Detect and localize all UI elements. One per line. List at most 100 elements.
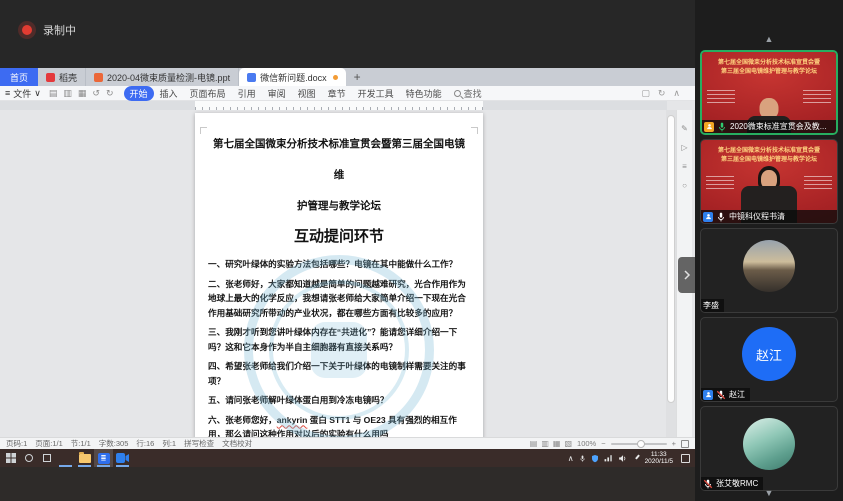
print-icon[interactable]: ▥ bbox=[63, 88, 72, 99]
scroll-down-button[interactable]: ▼ bbox=[695, 488, 843, 498]
ribbon-tab-references[interactable]: 引用 bbox=[232, 86, 262, 101]
wps-office-icon: ≣ bbox=[98, 453, 110, 464]
taskbar-app-wps-office[interactable]: ≣ bbox=[94, 449, 113, 467]
tray-volume-icon[interactable] bbox=[618, 454, 627, 463]
tab-ppt-document[interactable]: 2020-04微束质量检测-电镜.ppt bbox=[86, 68, 239, 86]
banner-small-text-left bbox=[707, 90, 735, 106]
taskbar-app-meeting[interactable] bbox=[113, 449, 132, 467]
tab-docer-label: 稻壳 bbox=[59, 71, 77, 84]
ribbon-tab-special-features[interactable]: 特色功能 bbox=[400, 86, 448, 101]
proofread-button[interactable]: 文档校对 bbox=[222, 438, 252, 449]
tray-network-icon[interactable] bbox=[604, 454, 613, 462]
windows-logo-icon bbox=[6, 453, 16, 463]
banner-title-line1: 第七届全国微束分析技术标准宣贯会暨 bbox=[705, 147, 833, 155]
recording-dot-icon bbox=[22, 25, 32, 35]
outline-mode-icon[interactable]: ▧ bbox=[564, 439, 572, 448]
participant-3-namebar: 李盛 bbox=[701, 299, 724, 312]
meeting-camera-icon bbox=[116, 453, 129, 463]
print-layout-icon[interactable]: ▥ bbox=[541, 439, 549, 448]
collapse-ribbon-icon[interactable]: ∧ bbox=[673, 88, 680, 99]
horizontal-ruler bbox=[0, 101, 667, 110]
clock-date: 2020/11/5 bbox=[645, 458, 673, 465]
zoom-slider[interactable] bbox=[611, 443, 667, 445]
tab-home[interactable]: 首页 bbox=[0, 68, 38, 86]
ribbon-tab-review[interactable]: 审阅 bbox=[262, 86, 292, 101]
participant-tile-4[interactable]: 赵江 赵江 bbox=[700, 317, 838, 402]
member-badge-icon bbox=[703, 390, 713, 400]
doc-subtitle: 互动提问环节 bbox=[208, 222, 470, 252]
zoom-slider-knob[interactable] bbox=[637, 440, 645, 448]
banner-title-line2: 第三届全国电镜维护管理与教学论坛 bbox=[705, 156, 833, 164]
zoom-in-button[interactable]: + bbox=[672, 439, 676, 448]
question-6: 六、张老师您好，ankyrin 蛋白 STT1 与 OE23 具有强烈的相互作用… bbox=[208, 413, 470, 438]
participant-tile-2[interactable]: 第七届全国微束分析技术标准宣贯会暨 第三届全国电镜维护管理与教学论坛 中镜科仪程… bbox=[700, 139, 838, 224]
file-menu[interactable]: ≡ 文件 ∨ bbox=[5, 87, 41, 100]
undo-icon[interactable]: ↺ bbox=[92, 88, 100, 99]
status-pages: 页面:1/1 bbox=[35, 438, 63, 449]
task-view-button[interactable] bbox=[38, 449, 56, 467]
view-mode-icons: ▤ ▥ ▦ ▧ bbox=[530, 439, 572, 448]
scroll-up-button[interactable]: ▲ bbox=[695, 34, 843, 44]
participants-sidebar: ▲ 第七届全国微束分析技术标准宣贯会暨 第三届全国电镜维护管理与教学论坛 202… bbox=[695, 0, 843, 501]
participant-3-name: 李盛 bbox=[703, 300, 719, 311]
status-section: 节:1/1 bbox=[71, 438, 91, 449]
spellcheck-button[interactable]: 拼写检查 bbox=[184, 438, 214, 449]
participant-tile-5[interactable]: 张艾敬RMC bbox=[700, 406, 838, 491]
reflow-icon[interactable]: ≡ bbox=[682, 162, 687, 171]
participant-4-namebar: 赵江 bbox=[701, 388, 750, 401]
sync-icon[interactable]: ↻ bbox=[658, 88, 666, 99]
web-layout-icon[interactable]: ▦ bbox=[553, 439, 561, 448]
taskbar-clock[interactable]: 11:33 2020/11/5 bbox=[645, 451, 673, 466]
find-button[interactable]: 查找 bbox=[454, 87, 482, 100]
fit-page-icon[interactable] bbox=[681, 440, 689, 448]
preview-icon[interactable]: ▦ bbox=[78, 88, 87, 99]
mic-on-icon bbox=[717, 122, 727, 132]
tray-mic-icon[interactable] bbox=[579, 454, 586, 463]
taskbar-app-file-explorer[interactable] bbox=[75, 449, 94, 467]
participant-tile-3[interactable]: 李盛 bbox=[700, 228, 838, 313]
tray-security-shield-icon[interactable] bbox=[591, 454, 599, 463]
search-button[interactable] bbox=[20, 449, 38, 467]
action-center-icon[interactable] bbox=[681, 454, 690, 463]
save-icon[interactable]: ▤ bbox=[49, 88, 58, 99]
participant-tile-1[interactable]: 第七届全国微束分析技术标准宣贯会暨 第三届全国电镜维护管理与教学论坛 2020微… bbox=[700, 50, 838, 135]
history-clock-icon[interactable]: ○ bbox=[682, 181, 687, 190]
ribbon-tab-dev-tools[interactable]: 开发工具 bbox=[352, 86, 400, 101]
doc-title-line2: 护管理与教学论坛 bbox=[208, 191, 470, 222]
question-2: 二、张老师好，大家都知道越是简单的问题越难研究，光合作用作为地球上最大的化学反应… bbox=[208, 277, 470, 321]
vertical-scrollbar[interactable] bbox=[666, 110, 676, 437]
search-icon bbox=[454, 90, 461, 97]
sidebar-collapse-handle[interactable] bbox=[678, 257, 695, 293]
zoom-level[interactable]: 100% bbox=[577, 439, 596, 448]
redo-icon[interactable]: ↻ bbox=[106, 88, 114, 99]
document-page[interactable]: 第七届全国微束分析技术标准宣贯会暨第三届全国电镜维 护管理与教学论坛 互动提问环… bbox=[195, 113, 483, 437]
scrollbar-thumb[interactable] bbox=[667, 115, 675, 403]
read-mode-icon[interactable]: ▤ bbox=[530, 439, 538, 448]
start-button[interactable] bbox=[2, 449, 20, 467]
status-line: 行:16 bbox=[136, 438, 154, 449]
recording-indicator[interactable]: 录制中 bbox=[22, 22, 76, 38]
tray-expand-icon[interactable]: ∧ bbox=[568, 454, 574, 463]
ribbon-tab-insert[interactable]: 插入 bbox=[154, 86, 184, 101]
ribbon-tab-view[interactable]: 视图 bbox=[292, 86, 322, 101]
ribbon-tab-section[interactable]: 章节 bbox=[322, 86, 352, 101]
quick-access-toolbar: ▤ ▥ ▦ ↺ ↻ bbox=[49, 88, 114, 99]
participant-2-name: 中镜科仪程书清 bbox=[729, 211, 785, 222]
tab-word-document-active[interactable]: 微信新问题.docx bbox=[239, 68, 346, 86]
tray-pen-icon[interactable] bbox=[632, 454, 640, 462]
ribbon-tab-home[interactable]: 开始 bbox=[124, 86, 154, 101]
comment-icon[interactable]: ▢ bbox=[641, 88, 650, 99]
tab-docer[interactable]: 稻壳 bbox=[38, 68, 86, 86]
chevron-down-icon: ∨ bbox=[34, 88, 41, 99]
status-wordcount[interactable]: 字数:305 bbox=[99, 438, 129, 449]
hamburger-icon: ≡ bbox=[5, 88, 10, 98]
new-tab-button[interactable]: + bbox=[346, 68, 369, 86]
participant-4-name: 赵江 bbox=[729, 389, 745, 400]
windows-taskbar: W ≣ ∧ 11:33 2020/11/5 bbox=[0, 449, 695, 467]
edit-pen-icon[interactable]: ✎ bbox=[681, 124, 688, 133]
system-tray: ∧ 11:33 2020/11/5 bbox=[568, 451, 693, 466]
zoom-out-button[interactable]: − bbox=[601, 439, 605, 448]
ribbon-tab-page-layout[interactable]: 页面布局 bbox=[184, 86, 232, 101]
taskbar-app-wps-writer[interactable]: W bbox=[56, 449, 75, 467]
select-cursor-icon[interactable]: ▷ bbox=[681, 143, 687, 152]
